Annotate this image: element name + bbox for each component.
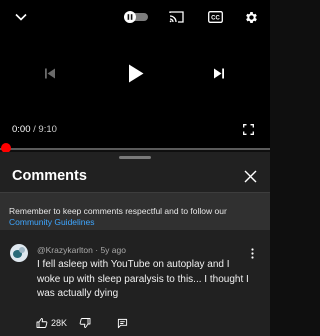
thumbs-up-icon[interactable]	[35, 316, 49, 330]
next-icon[interactable]	[211, 66, 227, 80]
like-count: 28K	[51, 318, 68, 328]
fullscreen-icon[interactable]	[241, 123, 255, 135]
comment-age: 5y ago	[100, 245, 126, 255]
video-player[interactable]: CC 0:00 / 9:10	[0, 0, 270, 150]
svg-text:CC: CC	[211, 16, 220, 22]
close-icon[interactable]	[242, 168, 258, 184]
closed-captions-icon[interactable]: CC	[207, 10, 223, 24]
chevron-down-icon[interactable]	[13, 10, 29, 24]
current-time: 0:00	[12, 124, 31, 135]
comment-text: I fell asleep with YouTube on autoplay a…	[37, 259, 249, 299]
comment-actions: 28K	[0, 316, 270, 330]
community-notice: Remember to keep comments respectful and…	[0, 193, 270, 230]
play-icon[interactable]	[125, 62, 147, 84]
thumbs-down-icon[interactable]	[78, 316, 92, 330]
comments-title: Comments	[12, 168, 87, 184]
drag-handle[interactable]	[119, 156, 151, 159]
video-time: 0:00 / 9:10	[12, 124, 57, 135]
video-duration: 9:10	[38, 124, 57, 135]
settings-gear-icon[interactable]	[243, 9, 259, 25]
previous-icon[interactable]	[42, 66, 58, 80]
comment-author[interactable]: @Krazykarlton	[37, 245, 93, 255]
avatar[interactable]	[10, 244, 28, 262]
progress-bar[interactable]	[0, 148, 270, 150]
notice-text: Remember to keep comments respectful and…	[9, 206, 227, 216]
community-guidelines-link[interactable]: Community Guidelines	[9, 217, 95, 227]
cast-icon[interactable]	[168, 10, 184, 24]
reply-icon[interactable]	[115, 316, 129, 330]
comment-meta: @Krazykarlton · 5y ago	[37, 245, 126, 255]
comments-panel: Comments Remember to keep comments respe…	[0, 152, 270, 336]
autoplay-toggle-icon[interactable]	[122, 10, 150, 24]
